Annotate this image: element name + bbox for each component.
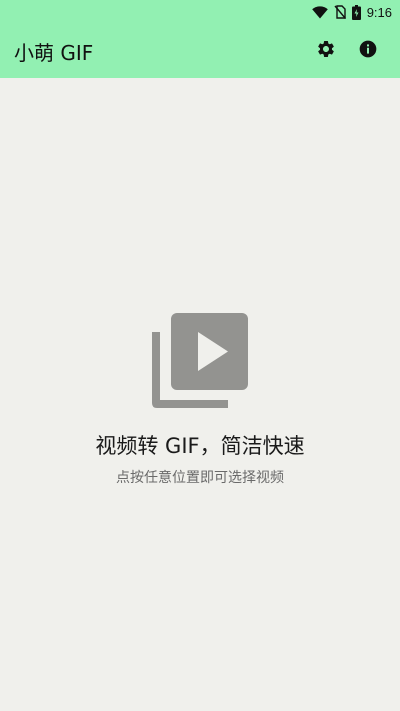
- info-button[interactable]: [348, 31, 388, 71]
- wifi-icon: [311, 5, 328, 19]
- no-sim-icon: [334, 5, 346, 19]
- gear-icon: [316, 39, 336, 63]
- battery-icon: [351, 4, 361, 20]
- app-bar: 小萌 GIF: [0, 24, 400, 78]
- video-library-icon: [151, 312, 249, 410]
- main-title: 视频转 GIF，简洁快速: [95, 434, 305, 458]
- settings-button[interactable]: [306, 31, 346, 71]
- app-title: 小萌 GIF: [14, 40, 94, 65]
- status-bar: 9:16: [0, 0, 400, 24]
- main-subtitle: 点按任意位置即可选择视频: [116, 470, 284, 486]
- status-time: 9:16: [366, 4, 392, 20]
- info-icon: [358, 39, 378, 63]
